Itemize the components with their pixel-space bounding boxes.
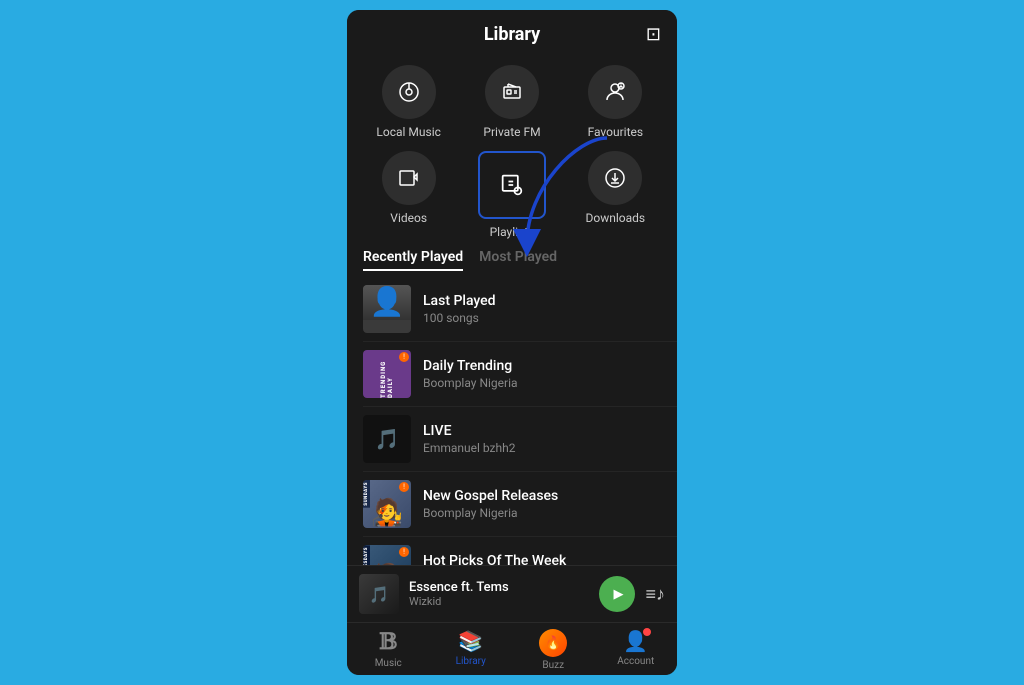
favourites-icon bbox=[603, 80, 627, 104]
videos-label: Videos bbox=[390, 211, 427, 225]
queue-icon[interactable]: ≡♪ bbox=[645, 584, 665, 605]
local-music-icon bbox=[397, 80, 421, 104]
song-list: Last Played 100 songs DAILY TRENDING ! D… bbox=[347, 277, 677, 565]
song-info-4: New Gospel Releases Boomplay Nigeria bbox=[423, 488, 661, 520]
private-fm-label: Private FM bbox=[483, 125, 540, 139]
play-button[interactable] bbox=[599, 576, 635, 612]
videos-circle bbox=[382, 151, 436, 205]
song-item-2[interactable]: DAILY TRENDING ! Daily Trending Boomplay… bbox=[363, 342, 677, 407]
bottom-nav: 𝔹 Music 📚 Library 🔥 Buzz 👤 Account bbox=[347, 622, 677, 675]
song-thumb-5: 🧑 ! TUESDAYS bbox=[363, 545, 411, 565]
song-item-3[interactable]: 🎵 LIVE Emmanuel bzhh2 bbox=[363, 407, 677, 472]
phone-container: Library ⊡ Local Music bbox=[347, 10, 677, 675]
expand-icon[interactable]: ⊡ bbox=[646, 24, 661, 45]
song-sub-4: Boomplay Nigeria bbox=[423, 506, 661, 520]
account-nav-label: Account bbox=[617, 656, 654, 667]
header: Library ⊡ bbox=[347, 10, 677, 55]
song-thumb-1 bbox=[363, 285, 411, 333]
song-info-1: Last Played 100 songs bbox=[423, 293, 661, 325]
tabs-row: Recently Played Most Played bbox=[347, 239, 677, 277]
song-title-3: LIVE bbox=[423, 423, 661, 439]
nav-account[interactable]: 👤 Account bbox=[595, 629, 678, 671]
local-music-item[interactable]: Local Music bbox=[363, 65, 454, 139]
song-sub-2: Boomplay Nigeria bbox=[423, 376, 661, 390]
song-thumb-4: 🧑‍🎤 ! SUNDAYS bbox=[363, 480, 411, 528]
local-music-circle bbox=[382, 65, 436, 119]
downloads-circle bbox=[588, 151, 642, 205]
music-nav-icon: 𝔹 bbox=[379, 629, 398, 655]
account-badge bbox=[642, 627, 652, 637]
nav-music[interactable]: 𝔹 Music bbox=[347, 629, 430, 671]
trending-badge: ! bbox=[399, 352, 409, 362]
song-thumb-3: 🎵 bbox=[363, 415, 411, 463]
nav-buzz[interactable]: 🔥 Buzz bbox=[512, 629, 595, 671]
favourites-circle bbox=[588, 65, 642, 119]
song-title-1: Last Played bbox=[423, 293, 661, 309]
song-info-2: Daily Trending Boomplay Nigeria bbox=[423, 358, 661, 390]
private-fm-item[interactable]: Private FM bbox=[466, 65, 557, 139]
tab-most-played[interactable]: Most Played bbox=[479, 249, 557, 271]
buzz-nav-icon: 🔥 bbox=[539, 629, 567, 657]
mini-title: Essence ft. Tems bbox=[409, 580, 589, 595]
local-music-label: Local Music bbox=[376, 125, 441, 139]
song-info-3: LIVE Emmanuel bzhh2 bbox=[423, 423, 661, 455]
private-fm-circle bbox=[485, 65, 539, 119]
downloads-icon bbox=[603, 166, 627, 190]
song-item-1[interactable]: Last Played 100 songs bbox=[363, 277, 677, 342]
mini-info: Essence ft. Tems Wizkid bbox=[409, 580, 589, 608]
song-item-5[interactable]: 🧑 ! TUESDAYS Hot Picks Of The Week Boomp… bbox=[363, 537, 677, 565]
favourites-label: Favourites bbox=[588, 125, 644, 139]
library-nav-label: Library bbox=[456, 656, 486, 667]
song-title-5: Hot Picks Of The Week bbox=[423, 553, 661, 565]
private-fm-icon bbox=[500, 80, 524, 104]
tab-recently-played[interactable]: Recently Played bbox=[363, 249, 463, 271]
hotpicks-badge: ! bbox=[399, 547, 409, 557]
mini-artist: Wizkid bbox=[409, 595, 589, 608]
videos-icon bbox=[397, 166, 421, 190]
favourites-item[interactable]: Favourites bbox=[570, 65, 661, 139]
downloads-item[interactable]: Downloads bbox=[570, 151, 661, 239]
page-title: Library bbox=[484, 24, 540, 45]
playlists-box bbox=[478, 151, 546, 219]
song-info-5: Hot Picks Of The Week Boomplay Nigeria bbox=[423, 553, 661, 565]
library-nav-icon: 📚 bbox=[458, 629, 483, 653]
nav-library[interactable]: 📚 Library bbox=[430, 629, 513, 671]
icon-grid: Local Music Private FM bbox=[347, 55, 677, 239]
mini-thumb: 🎵 bbox=[359, 574, 399, 614]
playlists-label: Playlists bbox=[490, 225, 535, 239]
song-title-4: New Gospel Releases bbox=[423, 488, 661, 504]
downloads-label: Downloads bbox=[586, 211, 646, 225]
mini-player[interactable]: 🎵 Essence ft. Tems Wizkid ≡♪ bbox=[347, 565, 677, 622]
playlists-item[interactable]: Playlists bbox=[466, 151, 557, 239]
song-item-4[interactable]: 🧑‍🎤 ! SUNDAYS New Gospel Releases Boompl… bbox=[363, 472, 677, 537]
music-nav-label: Music bbox=[375, 658, 402, 669]
song-sub-3: Emmanuel bzhh2 bbox=[423, 441, 661, 455]
song-sub-1: 100 songs bbox=[423, 311, 661, 325]
videos-item[interactable]: Videos bbox=[363, 151, 454, 239]
account-nav-icon: 👤 bbox=[623, 629, 648, 653]
buzz-nav-label: Buzz bbox=[542, 660, 564, 671]
gospel-badge: ! bbox=[399, 482, 409, 492]
song-title-2: Daily Trending bbox=[423, 358, 661, 374]
song-thumb-2: DAILY TRENDING ! bbox=[363, 350, 411, 398]
playlists-icon bbox=[498, 171, 526, 199]
